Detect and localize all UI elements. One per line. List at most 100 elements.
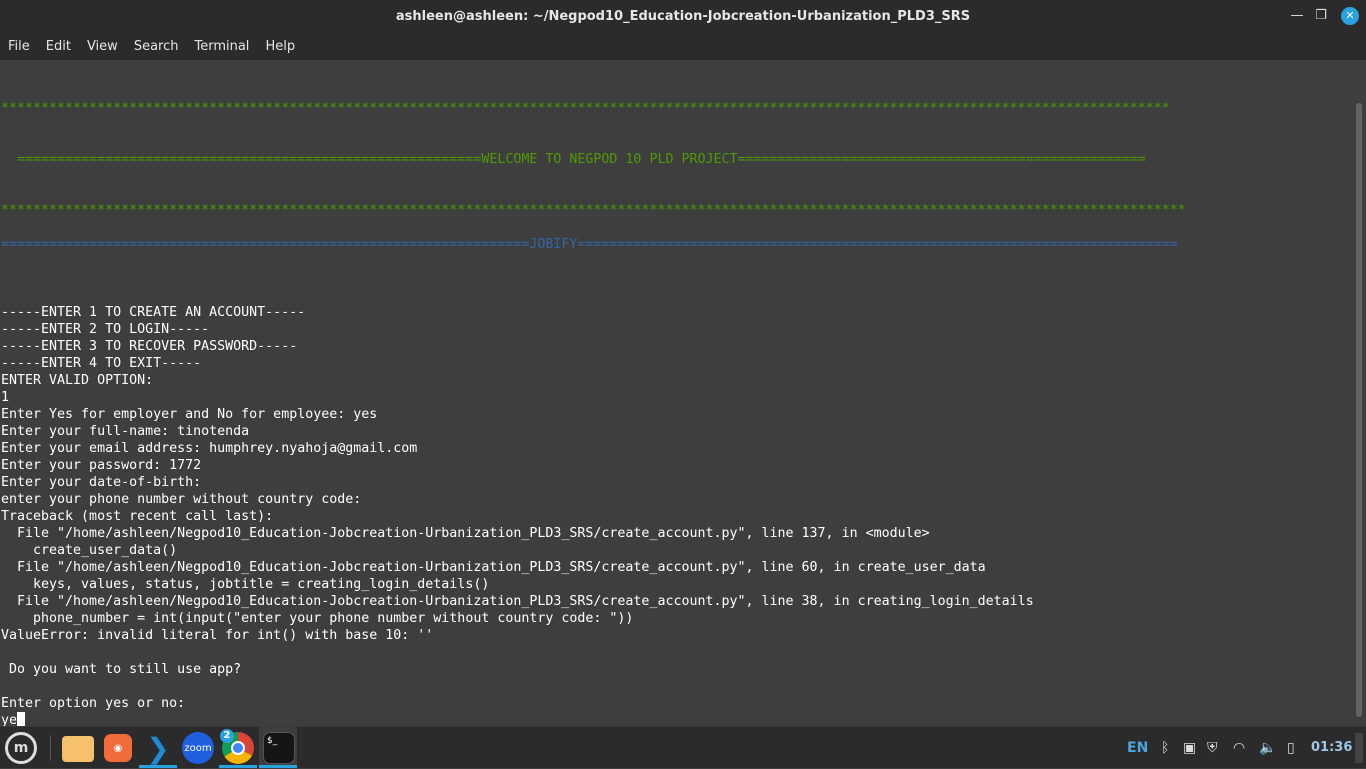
terminal-line-text: ye bbox=[1, 713, 18, 726]
terminal-line: ****************************************… bbox=[1, 100, 1186, 117]
menu-edit[interactable]: Edit bbox=[46, 33, 71, 60]
terminal-line-text: ENTER VALID OPTION: bbox=[1, 373, 154, 388]
terminal-line: create_user_data() bbox=[1, 542, 1186, 559]
terminal-line: Enter your full-name: tinotenda bbox=[1, 423, 1186, 440]
wifi-icon[interactable]: ◠ bbox=[1233, 727, 1245, 769]
terminal-line: ========================================… bbox=[1, 236, 1186, 253]
window-title: ashleen@ashleen: ~/Negpod10_Education-Jo… bbox=[395, 9, 971, 24]
text-cursor bbox=[17, 712, 26, 726]
terminal-line-text: ****************************************… bbox=[1, 203, 1186, 218]
terminal-lines: ****************************************… bbox=[1, 100, 1186, 726]
terminal-line: -----ENTER 3 TO RECOVER PASSWORD----- bbox=[1, 338, 1186, 355]
language-indicator[interactable]: EN bbox=[1127, 727, 1148, 769]
menu-help[interactable]: Help bbox=[265, 33, 295, 60]
terminal-line-text: create_user_data() bbox=[1, 543, 178, 558]
window-titlebar: ashleen@ashleen: ~/Negpod10_Education-Jo… bbox=[0, 0, 1366, 33]
terminal-line: Traceback (most recent call last): bbox=[1, 508, 1186, 525]
terminal-line: 1 bbox=[1, 389, 1186, 406]
mint-menu-icon[interactable]: m bbox=[5, 732, 37, 764]
terminal-line: Enter your password: 1772 bbox=[1, 457, 1186, 474]
terminal-line-text: -----ENTER 1 TO CREATE AN ACCOUNT----- bbox=[1, 305, 306, 320]
menu-view[interactable]: View bbox=[87, 33, 118, 60]
terminal-line: Enter your date-of-birth: bbox=[1, 474, 1186, 491]
terminal-line-text: ****************************************… bbox=[1, 101, 1170, 116]
terminal-line-text: phone_number = int(input("enter your pho… bbox=[1, 611, 634, 626]
terminal-line-text: Traceback (most recent call last): bbox=[1, 509, 274, 524]
terminal-line-text: Enter your email address: humphrey.nyaho… bbox=[1, 441, 418, 456]
zoom-icon[interactable]: zoom bbox=[182, 732, 214, 764]
terminal-line-text: -----ENTER 2 TO LOGIN----- bbox=[1, 322, 210, 337]
terminal-line-text: Enter your full-name: tinotenda bbox=[1, 424, 250, 439]
chrome-badge: 2 bbox=[220, 729, 234, 743]
terminal-line: ****************************************… bbox=[1, 202, 1186, 219]
terminal-line: Enter your email address: humphrey.nyaho… bbox=[1, 440, 1186, 457]
terminal-line: ValueError: invalid literal for int() wi… bbox=[1, 627, 1186, 644]
terminal-line-text: ========================================… bbox=[1, 152, 1146, 167]
terminal-line-text: File "/home/ashleen/Negpod10_Education-J… bbox=[1, 594, 1034, 609]
menu-terminal[interactable]: Terminal bbox=[194, 33, 249, 60]
terminal-line: -----ENTER 1 TO CREATE AN ACCOUNT----- bbox=[1, 304, 1186, 321]
clock[interactable]: 01:36 bbox=[1311, 727, 1352, 769]
terminal-line-text: 1 bbox=[1, 390, 10, 405]
terminal-line: enter your phone number without country … bbox=[1, 491, 1186, 508]
terminal-line: phone_number = int(input("enter your pho… bbox=[1, 610, 1186, 627]
terminal-line-text: Enter Yes for employer and No for employ… bbox=[1, 407, 378, 422]
minimize-button[interactable]: — bbox=[1287, 6, 1307, 26]
vscode-icon[interactable]: ❯ bbox=[142, 732, 174, 765]
terminal-line: Enter Yes for employer and No for employ… bbox=[1, 406, 1186, 423]
terminal-line: File "/home/ashleen/Negpod10_Education-J… bbox=[1, 593, 1186, 610]
firefox-icon[interactable]: ◉ bbox=[104, 734, 132, 762]
close-button[interactable]: ✕ bbox=[1341, 7, 1359, 25]
terminal-line-text: -----ENTER 4 TO EXIT----- bbox=[1, 356, 202, 371]
terminal-line-text: Enter your date-of-birth: bbox=[1, 475, 202, 490]
terminal-line-text: enter your phone number without country … bbox=[1, 492, 362, 507]
terminal-line: -----ENTER 4 TO EXIT----- bbox=[1, 355, 1186, 372]
menu-file[interactable]: File bbox=[8, 33, 30, 60]
menu-search[interactable]: Search bbox=[134, 33, 179, 60]
taskbar: m ◉ ❯ zoom 2 $_ EN ᛒ ▣ ⛨ ◠ 🔈 ▯ 01:36 bbox=[0, 726, 1366, 768]
terminal-line-text: File "/home/ashleen/Negpod10_Education-J… bbox=[1, 560, 986, 575]
menu-bar: File Edit View Search Terminal Help bbox=[0, 33, 1366, 60]
terminal-output[interactable]: ****************************************… bbox=[0, 60, 1366, 726]
terminal-line-text: ========================================… bbox=[1, 237, 1178, 252]
terminal-icon[interactable]: $_ bbox=[263, 732, 295, 764]
terminal-line: ENTER VALID OPTION: bbox=[1, 372, 1186, 389]
terminal-line-text: -----ENTER 3 TO RECOVER PASSWORD----- bbox=[1, 339, 298, 354]
terminal-line-text: Enter option yes or no: bbox=[1, 696, 186, 711]
terminal-icon-label: $_ bbox=[267, 736, 278, 746]
taskbar-divider bbox=[50, 735, 51, 761]
clipboard-icon[interactable]: ▣ bbox=[1183, 727, 1196, 769]
scrollbar[interactable] bbox=[1356, 103, 1362, 717]
terminal-line-text: ValueError: invalid literal for int() wi… bbox=[1, 628, 434, 643]
terminal-line-text: File "/home/ashleen/Negpod10_Education-J… bbox=[1, 526, 930, 541]
terminal-line-text: Do you want to still use app? bbox=[1, 662, 242, 677]
maximize-button[interactable]: ❐ bbox=[1311, 6, 1331, 26]
shield-update-icon[interactable]: ⛨ bbox=[1207, 727, 1218, 769]
terminal-line-text: Enter your password: 1772 bbox=[1, 458, 202, 473]
terminal-line: -----ENTER 2 TO LOGIN----- bbox=[1, 321, 1186, 338]
bluetooth-icon[interactable]: ᛒ bbox=[1161, 727, 1169, 769]
terminal-line: File "/home/ashleen/Negpod10_Education-J… bbox=[1, 525, 1186, 542]
terminal-line: ========================================… bbox=[1, 151, 1186, 168]
battery-icon[interactable]: ▯ bbox=[1287, 727, 1295, 769]
folder-icon[interactable] bbox=[62, 736, 94, 762]
show-desktop-button[interactable] bbox=[1355, 733, 1363, 763]
terminal-line: File "/home/ashleen/Negpod10_Education-J… bbox=[1, 559, 1186, 576]
volume-muted-icon[interactable]: 🔈 bbox=[1259, 727, 1276, 769]
terminal-line: ye bbox=[1, 712, 1186, 726]
terminal-line-text: keys, values, status, jobtitle = creatin… bbox=[1, 577, 490, 592]
terminal-line: Do you want to still use app? bbox=[1, 661, 1186, 678]
zoom-label: zoom bbox=[184, 742, 212, 754]
terminal-line: Enter option yes or no: bbox=[1, 695, 1186, 712]
terminal-line: keys, values, status, jobtitle = creatin… bbox=[1, 576, 1186, 593]
